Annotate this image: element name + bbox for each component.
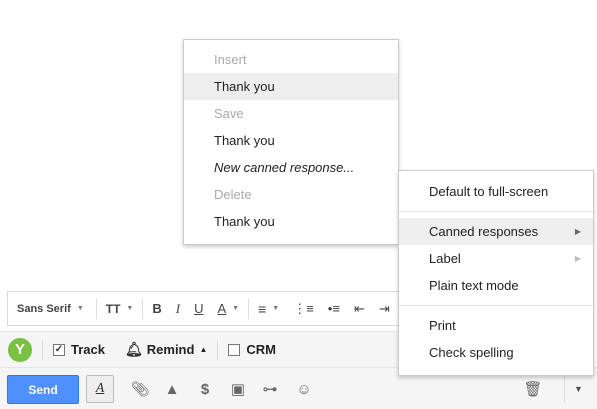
insert-thank-you[interactable]: Thank you [184, 73, 398, 100]
track-label: Track [71, 342, 105, 357]
insert-photo-button[interactable]: ▣ [224, 375, 252, 403]
text-color-button[interactable]: A ▼ [210, 292, 246, 325]
send-button[interactable]: Send [7, 375, 79, 404]
numbered-list-button[interactable]: ⋮≡ [286, 292, 321, 325]
plain-text-label: Plain text mode [429, 278, 519, 293]
save-thank-you[interactable]: Thank you [184, 127, 398, 154]
remind-label: Remind [146, 342, 195, 357]
format-text-icon: A [95, 381, 105, 396]
paperclip-icon: 📎︎ [130, 381, 150, 398]
link-icon: ⊶ [262, 381, 278, 398]
toolbar-divider [248, 298, 250, 319]
delete-header: Delete [214, 187, 252, 202]
indent-more-button[interactable]: ⇥ [372, 292, 397, 325]
bulleted-list-icon: •≡ [327, 301, 340, 316]
font-size-button[interactable]: TT ▼ [99, 292, 141, 325]
bold-icon: B [152, 301, 162, 316]
plain-text-mode-item[interactable]: Plain text mode [399, 272, 593, 299]
align-left-icon: ≡ [258, 300, 267, 317]
formatting-toolbar: Sans Serif ▼ TT ▼ B I U A ▼ ≡ ▼ ⋮≡ •≡ ⇤ … [7, 291, 405, 326]
send-label: Send [28, 382, 58, 397]
default-fullscreen-label: Default to full-screen [429, 184, 549, 199]
smiley-icon: ☺ [296, 380, 312, 398]
print-item[interactable]: Print [399, 312, 593, 339]
crm-toggle[interactable]: CRM [228, 342, 276, 357]
align-button[interactable]: ≡ ▼ [251, 292, 286, 325]
check-icon: ✓ [54, 344, 64, 355]
drive-button[interactable]: ▲ [158, 375, 186, 403]
italic-icon: I [175, 300, 181, 316]
toolbar-divider [95, 298, 97, 319]
text-size-icon: TT [105, 301, 121, 316]
default-fullscreen-item[interactable]: Default to full-screen [399, 178, 593, 205]
chevron-down-icon: ▼ [574, 384, 583, 394]
crm-label: CRM [246, 342, 276, 357]
label-item[interactable]: Label ▶ [399, 245, 593, 272]
chevron-down-icon: ▼ [232, 305, 240, 312]
italic-button[interactable]: I [169, 292, 187, 325]
more-options-button[interactable]: ▼ [564, 375, 592, 403]
indent-more-icon: ⇥ [378, 300, 390, 316]
canned-responses-submenu: Insert Thank you Save Thank you New cann… [183, 39, 399, 245]
indent-less-button[interactable]: ⇤ [347, 292, 372, 325]
crm-checkbox[interactable] [228, 343, 241, 356]
trash-icon: 🗑︎ [523, 381, 543, 398]
bell-icon: 🔔︎ [124, 341, 143, 357]
menu-divider [399, 305, 593, 306]
insert-header: Insert [214, 52, 247, 67]
chevron-down-icon: ▼ [272, 305, 280, 312]
money-button[interactable]: $ [191, 375, 219, 403]
underline-icon: U [194, 301, 204, 316]
check-spelling-label: Check spelling [429, 345, 514, 360]
chevron-down-icon: ▼ [76, 305, 84, 312]
bold-button[interactable]: B [145, 292, 168, 325]
save-header: Save [214, 106, 244, 121]
track-checkbox[interactable]: ✓ [53, 343, 65, 356]
label-label: Label [429, 251, 461, 266]
photo-icon: ▣ [230, 381, 246, 398]
check-spelling-item[interactable]: Check spelling [399, 339, 593, 366]
menu-divider [399, 211, 593, 212]
canned-responses-item[interactable]: Canned responses ▶ [399, 218, 593, 245]
extension-divider [42, 339, 43, 360]
logo-letter: Y [14, 341, 25, 358]
numbered-list-icon: ⋮≡ [293, 300, 314, 316]
canned-responses-label: Canned responses [429, 224, 539, 239]
indent-less-icon: ⇤ [353, 300, 365, 316]
formatting-options-button[interactable]: A [86, 375, 114, 403]
discard-button[interactable]: 🗑︎ [519, 375, 547, 403]
attach-button[interactable]: 📎︎ [126, 375, 154, 403]
drive-icon: ▲ [164, 380, 180, 398]
extension-logo[interactable]: Y [8, 337, 32, 362]
extension-bar: Y ✓ Track 🔔︎ Remind ▲ CRM [0, 331, 400, 367]
caret-up-icon: ▲ [199, 345, 208, 354]
submenu-arrow-icon: ▶ [574, 227, 581, 236]
bulleted-list-button[interactable]: •≡ [321, 292, 347, 325]
track-toggle[interactable]: ✓ Track [53, 342, 105, 357]
text-color-icon: A [217, 301, 227, 316]
underline-button[interactable]: U [187, 292, 210, 325]
more-options-menu: Default to full-screen Canned responses … [398, 170, 594, 376]
print-label: Print [429, 318, 456, 333]
font-family-select[interactable]: Sans Serif ▼ [8, 292, 94, 325]
extension-divider [217, 339, 219, 360]
chevron-down-icon: ▼ [126, 305, 134, 312]
submenu-arrow-icon: ▶ [574, 254, 581, 263]
emoji-button[interactable]: ☺ [290, 375, 318, 403]
toolbar-divider [142, 298, 144, 319]
new-canned-response[interactable]: New canned response... [184, 154, 398, 181]
font-family-label: Sans Serif [17, 302, 71, 315]
insert-link-button[interactable]: ⊶ [256, 375, 284, 403]
dollar-icon: $ [200, 380, 210, 398]
remind-dropdown[interactable]: 🔔︎ Remind ▲ [125, 341, 207, 358]
delete-thank-you[interactable]: Thank you [184, 208, 398, 235]
